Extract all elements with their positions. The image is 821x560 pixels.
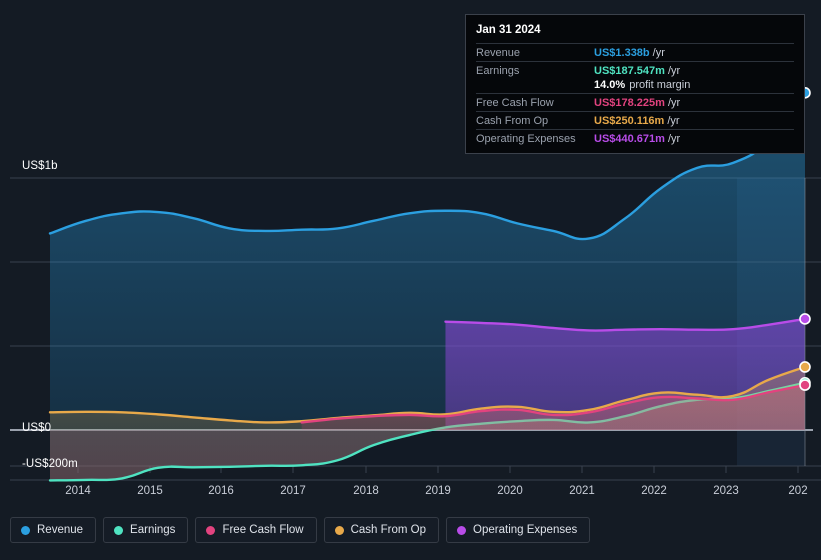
- tooltip-row-key: Operating Expenses: [476, 133, 576, 145]
- legend-item-earnings[interactable]: Earnings: [103, 517, 189, 543]
- tooltip-row-unit: /yr: [667, 97, 681, 109]
- tooltip-date: Jan 31 2024: [476, 24, 541, 36]
- x-axis-label: 2014: [65, 485, 91, 497]
- tooltip-row-unit: /yr: [667, 115, 680, 127]
- y-axis-label: US$1b: [22, 160, 58, 172]
- legend-label: Operating Expenses: [473, 524, 578, 536]
- legend-color-dot: [457, 525, 467, 535]
- chart-legend[interactable]: Revenue Earnings Free Cash Flow Cash From O…: [10, 517, 591, 543]
- tooltip-row: Earnings US$187.547m/yr: [476, 61, 794, 79]
- legend-label: Earnings: [130, 524, 176, 536]
- tooltip-row-value: US$187.547m/yr: [594, 65, 681, 77]
- tooltip-row-key: Earnings: [476, 65, 520, 77]
- tooltip-row-key: Free Cash Flow: [476, 97, 554, 109]
- tooltip-row-unit: /yr: [652, 47, 665, 59]
- tooltip-row-key: Revenue: [476, 47, 521, 59]
- tooltip-row-value: 14.0% profit margin: [594, 79, 691, 91]
- endpoint-marker-operating-expenses[interactable]: [799, 313, 811, 325]
- x-axis-label: 2022: [641, 485, 667, 497]
- legend-label: Revenue: [37, 524, 84, 536]
- x-axis-label: 202: [788, 485, 808, 497]
- legend-label: Cash From Op: [350, 524, 427, 536]
- tooltip-row: 14.0% profit margin: [476, 79, 794, 93]
- y-axis-label: -US$200m: [22, 458, 78, 470]
- legend-label: Free Cash Flow: [222, 524, 304, 536]
- x-axis-label: 2021: [569, 485, 595, 497]
- endpoint-marker-free-cash-flow[interactable]: [799, 379, 811, 391]
- legend-item-revenue[interactable]: Revenue: [10, 517, 97, 543]
- x-axis-label: 2019: [425, 485, 451, 497]
- tooltip-row: Revenue US$1.338b/yr: [476, 43, 794, 61]
- endpoint-marker-cash-from-op[interactable]: [799, 361, 811, 373]
- tooltip-row-value: US$178.225m/yr: [594, 97, 681, 109]
- x-axis-label: 2023: [713, 485, 739, 497]
- legend-color-dot: [334, 525, 344, 535]
- tooltip-row: Cash From Op US$250.116m/yr: [476, 111, 794, 129]
- tooltip-row-value: US$440.671m/yr: [594, 133, 681, 145]
- tooltip-row: Free Cash Flow US$178.225m/yr: [476, 93, 794, 111]
- legend-item-operating-expenses[interactable]: Operating Expenses: [446, 517, 591, 543]
- x-axis-label: 2018: [353, 485, 379, 497]
- x-axis-label: 2020: [497, 485, 523, 497]
- x-axis-label: 2017: [280, 485, 306, 497]
- legend-item-free-cash-flow[interactable]: Free Cash Flow: [195, 517, 317, 543]
- tooltip-rows: Revenue US$1.338b/yr Earnings US$187.547m/y…: [476, 43, 794, 147]
- legend-color-dot: [114, 525, 124, 535]
- tooltip-row-unit: /yr: [667, 133, 681, 145]
- legend-item-cash-from-op[interactable]: Cash From Op: [323, 517, 440, 543]
- tooltip-panel: Jan 31 2024 Revenue US$1.338b/yr Earnings U…: [465, 14, 805, 154]
- tooltip-row-value: US$1.338b/yr: [594, 47, 665, 59]
- legend-color-dot: [206, 525, 216, 535]
- x-axis-label: 2016: [208, 485, 234, 497]
- x-axis-label: 2015: [137, 485, 163, 497]
- tooltip-row: Operating Expenses US$440.671m/yr: [476, 129, 794, 147]
- tooltip-row-key: Cash From Op: [476, 115, 549, 127]
- tooltip-row-subtext: profit margin: [629, 79, 691, 91]
- y-axis-label: US$0: [22, 422, 52, 434]
- tooltip-row-value: US$250.116m/yr: [594, 115, 680, 127]
- legend-color-dot: [21, 525, 30, 535]
- tooltip-row-unit: /yr: [667, 65, 681, 77]
